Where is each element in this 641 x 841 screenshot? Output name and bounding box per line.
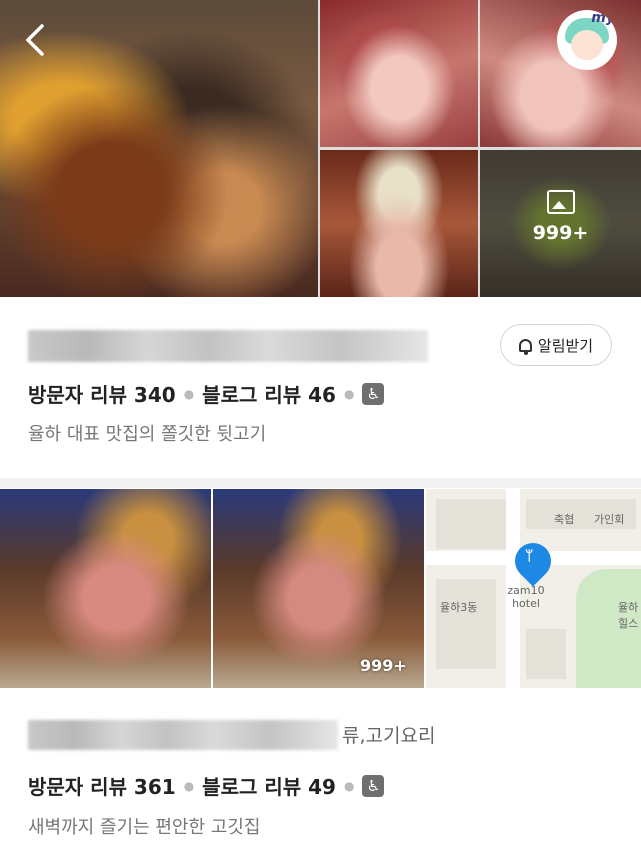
visitor-review-count[interactable]: 방문자 리뷰 361 bbox=[28, 771, 176, 800]
photo-count: 999+ bbox=[532, 222, 589, 244]
photo-thumbnail[interactable] bbox=[480, 0, 641, 147]
place-name-blurred[interactable] bbox=[28, 330, 428, 362]
map-label: 율하 힐스 bbox=[618, 601, 639, 630]
place-description: 율하 대표 맛집의 쫄깃한 뒷고기 bbox=[28, 424, 267, 445]
separator-dot: ● bbox=[343, 778, 355, 793]
image-icon bbox=[546, 190, 575, 214]
review-summary: 방문자 리뷰 361 ● 블로그 리뷰 49 ● ♿ bbox=[28, 771, 385, 800]
photo-count: 999+ bbox=[360, 656, 407, 675]
map-label: 율하3동 bbox=[440, 601, 478, 614]
wheelchair-icon: ♿ bbox=[362, 382, 385, 405]
wheelchair-icon: ♿ bbox=[362, 774, 385, 797]
visitor-review-count[interactable]: 방문자 리뷰 340 bbox=[28, 379, 176, 408]
separator-dot: ● bbox=[183, 386, 195, 401]
map-label: 축협 bbox=[554, 513, 575, 526]
review-summary: 방문자 리뷰 340 ● 블로그 리뷰 46 ● ♿ bbox=[28, 379, 385, 408]
bell-icon bbox=[518, 338, 532, 355]
photo-gallery[interactable] bbox=[0, 0, 641, 297]
alarm-button[interactable]: 알림받기 bbox=[500, 324, 612, 366]
place-category: 류,고기요리 bbox=[342, 725, 436, 747]
separator-dot: ● bbox=[183, 778, 195, 793]
more-photos-overlay[interactable]: 999+ bbox=[480, 190, 641, 244]
photo-thumbnail[interactable] bbox=[320, 150, 478, 297]
fork-icon: ᛘ bbox=[525, 548, 534, 564]
card-divider bbox=[0, 478, 641, 488]
map-thumbnail[interactable]: 축협 가인회 율하3동 zam10 hotel 율하 힐스 bbox=[426, 489, 641, 688]
photo-thumbnail[interactable] bbox=[0, 489, 211, 688]
blog-review-count[interactable]: 블로그 리뷰 49 bbox=[202, 771, 336, 800]
chevron-left-icon bbox=[26, 24, 44, 56]
avatar[interactable]: my bbox=[557, 10, 617, 70]
place-name-blurred[interactable] bbox=[28, 720, 338, 750]
photo-thumbnail[interactable] bbox=[320, 0, 478, 147]
map-label: zam10 hotel bbox=[507, 584, 545, 610]
place-description: 새벽까지 즐기는 편안한 고깃집 bbox=[28, 817, 261, 838]
alarm-label: 알림받기 bbox=[537, 336, 594, 355]
blog-review-count[interactable]: 블로그 리뷰 46 bbox=[202, 379, 336, 408]
separator-dot: ● bbox=[343, 386, 355, 401]
back-button[interactable] bbox=[20, 20, 54, 60]
avatar-label: my bbox=[591, 10, 615, 26]
map-label: 가인회 bbox=[594, 513, 625, 526]
